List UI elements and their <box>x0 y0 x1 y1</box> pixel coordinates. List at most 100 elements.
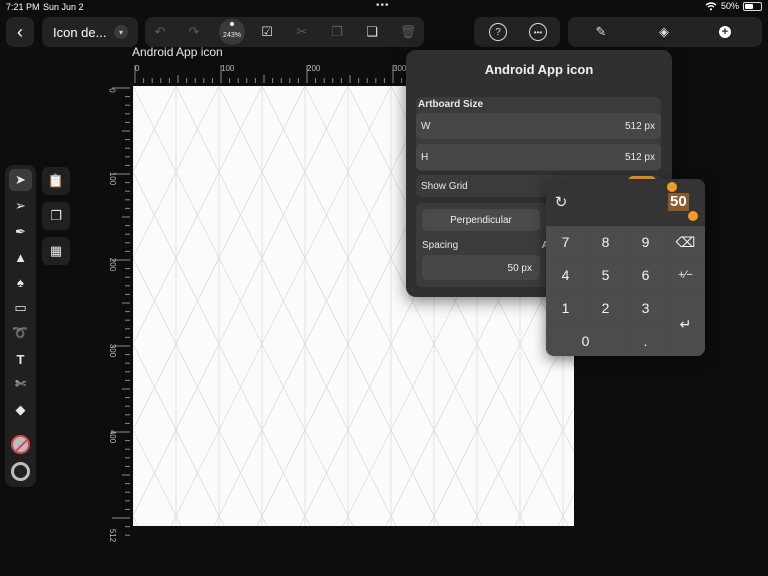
rectangle-tool-icon[interactable]: ▭ <box>9 297 32 319</box>
width-field[interactable]: W 512 px <box>416 113 661 139</box>
key-6[interactable]: 6 <box>626 259 665 291</box>
key-8[interactable]: 8 <box>586 226 625 258</box>
grid-line <box>133 86 354 526</box>
enter-icon[interactable]: ↵ <box>666 292 705 356</box>
ruler-top-label: 200 <box>307 64 321 73</box>
ruler-top-label: 100 <box>221 64 235 73</box>
help-toolbar: ? ••• <box>474 17 560 47</box>
duplicate-icon[interactable]: ❐ <box>42 202 70 230</box>
pencil-tool-icon[interactable]: ▲ <box>9 246 32 268</box>
grid-line <box>213 86 435 526</box>
battery-fill <box>745 3 753 9</box>
grid-line <box>133 171 311 526</box>
wifi-icon <box>705 1 717 10</box>
copy-icon[interactable]: ❐ <box>328 23 346 41</box>
eraser-tool-icon[interactable]: ◆ <box>9 399 32 421</box>
grid-line <box>133 343 225 526</box>
status-right: 50% <box>705 1 762 11</box>
plus-minus-key[interactable]: +∕− <box>666 259 705 291</box>
select-all-icon[interactable]: ☑ <box>258 23 276 41</box>
backspace-icon[interactable]: ⌫ <box>666 226 705 258</box>
grid-line <box>133 515 139 526</box>
popover-title: Android App icon <box>484 62 594 77</box>
artboard-name: Android App icon <box>132 45 223 59</box>
style-brush-icon[interactable]: ✎ <box>592 23 610 41</box>
ruler-left: 0 100 200 300 400 512 <box>107 86 130 546</box>
add-icon[interactable]: + <box>719 26 731 38</box>
ruler-top-label: 0 <box>135 64 140 73</box>
ruler-left-label: 200 <box>108 257 118 272</box>
brush-tool-icon[interactable]: ♠ <box>9 271 32 293</box>
status-time: 7:21 PM <box>6 2 40 12</box>
height-value: 512 px <box>624 152 655 163</box>
spacing-value: 50 px <box>507 263 532 274</box>
key-5[interactable]: 5 <box>586 259 625 291</box>
reset-icon[interactable]: ↻ <box>552 193 570 211</box>
spacing-field[interactable]: 50 px <box>422 255 540 280</box>
keypad-entry-value[interactable]: 50 <box>668 193 689 211</box>
help-icon[interactable]: ? <box>489 23 507 41</box>
selection-tool-icon[interactable]: ➤ <box>9 169 32 191</box>
ruler-left-label: 300 <box>108 343 118 358</box>
multitasking-dots-icon[interactable]: ••• <box>376 0 390 11</box>
ruler-left-label: 100 <box>108 171 118 186</box>
ruler-top: 0 100 200 300 <box>132 63 432 83</box>
fill-color-swatch[interactable] <box>11 435 30 454</box>
document-title: Icon de... <box>53 24 107 40</box>
key-2[interactable]: 2 <box>586 292 625 324</box>
redo-icon[interactable]: ↷ <box>185 23 203 41</box>
undo-icon[interactable]: ↶ <box>151 23 169 41</box>
key-decimal[interactable]: . <box>626 325 665 356</box>
back-button[interactable]: ‹ <box>6 17 34 47</box>
key-4[interactable]: 4 <box>546 259 585 291</box>
boolean-ops-icon[interactable]: ▦ <box>42 237 70 265</box>
width-value: 512 px <box>624 121 655 132</box>
key-1[interactable]: 1 <box>546 292 585 324</box>
grid-line <box>170 86 392 526</box>
grid-type-perpendicular[interactable]: Perpendicular <box>422 209 540 231</box>
grid-line <box>133 86 349 517</box>
scissors-tool-icon[interactable]: ✄ <box>9 373 32 395</box>
paste-icon[interactable]: ❏ <box>363 23 381 41</box>
grid-line <box>175 86 397 526</box>
more-options-icon[interactable]: ••• <box>529 23 547 41</box>
ruler-top-label: 300 <box>393 64 407 73</box>
status-date: Sun Jun 2 <box>43 2 84 12</box>
stroke-color-swatch[interactable] <box>11 462 30 481</box>
edit-toolbar: ↶ ↷ 243% ☑ ✂ ❐ ❏ 🗑 <box>145 17 424 47</box>
tools-panel: ➤ ➢ ✒ ▲ ♠ ▭ ➰ T ✄ ◆ <box>5 165 36 487</box>
pen-tool-icon[interactable]: ✒ <box>9 221 32 243</box>
ruler-left-label: 512 <box>108 528 118 543</box>
key-0[interactable]: 0 <box>546 325 625 356</box>
key-9[interactable]: 9 <box>626 226 665 258</box>
direct-selection-tool-icon[interactable]: ➢ <box>9 195 32 217</box>
numeric-keypad: ↻ 50 7 8 9 ⌫ 4 5 6 +∕− 1 2 3 ↵ 0 . <box>546 179 705 356</box>
status-bar: 7:21 PM Sun Jun 2 ••• 50% <box>0 0 768 14</box>
zoom-indicator[interactable]: 243% <box>219 19 245 45</box>
key-3[interactable]: 3 <box>626 292 665 324</box>
ruler-left-ticks <box>112 87 130 536</box>
ruler-top-ticks <box>134 65 428 83</box>
height-field[interactable]: H 512 px <box>416 144 661 170</box>
document-title-button[interactable]: Icon de... ▾ <box>42 17 138 47</box>
chevron-left-icon: ‹ <box>17 21 23 42</box>
chevron-down-icon: ▾ <box>114 25 128 39</box>
paste-in-place-icon[interactable]: 📋 <box>42 167 70 195</box>
right-toolbar: ✎ ◈ + <box>568 17 762 47</box>
ruler-left-label: 0 <box>107 88 117 93</box>
layers-icon[interactable]: ◈ <box>655 23 673 41</box>
text-tool-icon[interactable]: T <box>9 348 32 370</box>
spacing-label: Spacing <box>422 240 459 251</box>
keypad-header: ↻ 50 <box>546 179 705 226</box>
height-label: H <box>421 152 429 163</box>
cut-icon[interactable]: ✂ <box>293 23 311 41</box>
selection-handle-start[interactable] <box>667 182 677 192</box>
key-7[interactable]: 7 <box>546 226 585 258</box>
zoom-label: 243% <box>223 31 241 39</box>
selection-handle-end[interactable] <box>688 211 698 221</box>
width-label: W <box>421 121 431 132</box>
keypad-keys: 7 8 9 ⌫ 4 5 6 +∕− 1 2 3 ↵ 0 . <box>546 226 705 356</box>
show-grid-label: Show Grid <box>421 181 468 192</box>
lasso-tool-icon[interactable]: ➰ <box>9 322 32 344</box>
delete-icon[interactable]: 🗑 <box>399 23 417 41</box>
